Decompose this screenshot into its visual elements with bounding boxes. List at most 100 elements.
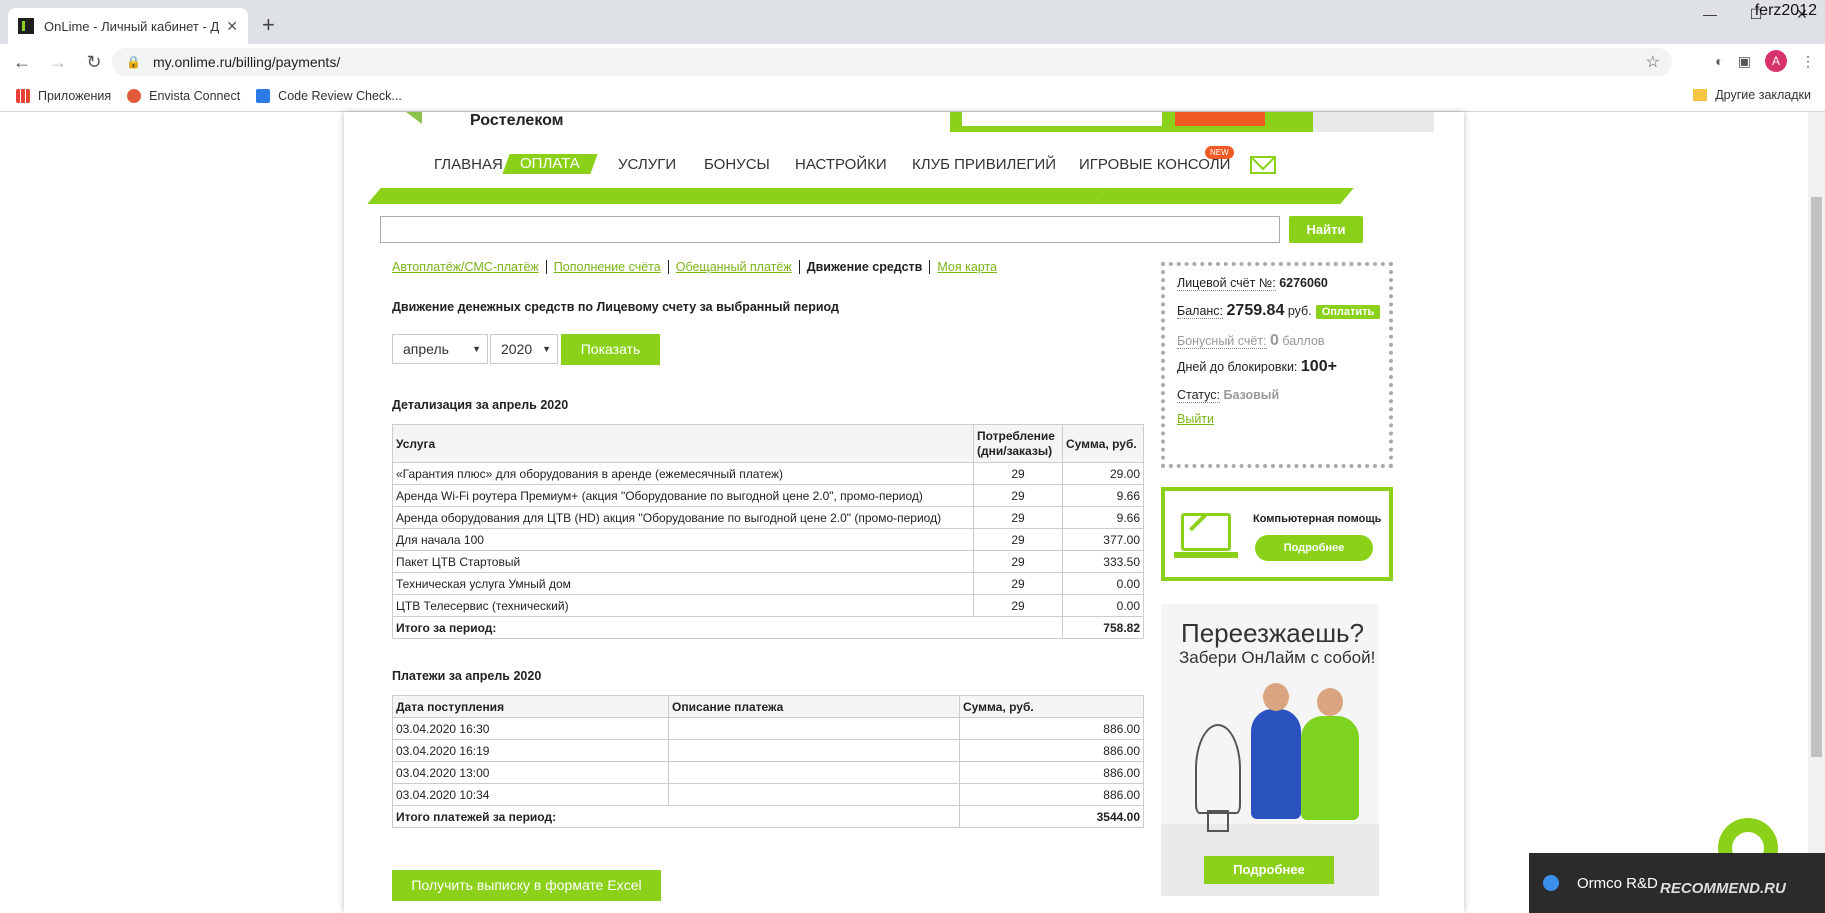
date-cell: 03.04.2020 13:00 [392, 761, 669, 784]
moving-promo-banner[interactable]: Переезжаешь? Забери ОнЛайм с собой! Подр… [1161, 604, 1379, 896]
scrollbar-thumb[interactable] [1811, 197, 1822, 757]
search-button[interactable]: Найти [1289, 216, 1363, 243]
close-tab-icon[interactable]: ✕ [226, 18, 238, 35]
new-tab-icon[interactable]: + [262, 12, 275, 38]
onlime-favicon-icon [18, 18, 34, 34]
help-more-button[interactable]: Подробнее [1255, 535, 1373, 561]
consumption-cell: 29 [973, 484, 1063, 507]
amount-cell: 0.00 [1062, 572, 1144, 595]
url-text: my.onlime.ru/billing/payments/ [152, 54, 341, 70]
month-select[interactable]: апрель ▼ [392, 334, 488, 364]
scrollbar[interactable] [1808, 112, 1825, 913]
avatar[interactable]: A [1765, 50, 1787, 72]
table-row: Для начала 100 29 377.00 [392, 528, 1144, 551]
bookmarks-bar: Приложения Envista Connect Code Review C… [0, 80, 1825, 112]
nav-services[interactable]: УСЛУГИ [618, 156, 676, 173]
description-cell [668, 717, 960, 740]
nav-bonuses[interactable]: БОНУСЫ [704, 156, 770, 173]
balance-row: Баланс: 2759.84 руб. Оплатить [1177, 302, 1381, 320]
total-value: 758.82 [1062, 616, 1144, 639]
nav-game-consoles[interactable]: ИГРОВЫЕ КОНСОЛИ [1079, 156, 1230, 173]
description-cell [668, 739, 960, 762]
year-select[interactable]: 2020 ▼ [490, 334, 558, 364]
subnav-autopay[interactable]: Автоплатёж/СМС-платёж [392, 260, 539, 274]
bookmark-star-icon[interactable]: ☆ [1646, 52, 1660, 72]
detail-body: «Гарантия плюс» для оборудования в аренд… [392, 462, 1144, 639]
table-row: 03.04.2020 13:00 886.00 [392, 761, 1144, 784]
show-button[interactable]: Показать [561, 334, 660, 365]
tab-title: OnLime - Личный кабинет - Дв [44, 18, 221, 34]
table-row: 03.04.2020 10:34 886.00 [392, 783, 1144, 806]
minimize-icon[interactable]: — [1687, 0, 1733, 30]
back-icon[interactable]: ← [8, 52, 36, 73]
service-cell: «Гарантия плюс» для оборудования в аренд… [392, 462, 974, 485]
table-row: Аренда Wi-Fi роутера Премиум+ (акция "Об… [392, 484, 1144, 507]
amount-cell: 9.66 [1062, 484, 1144, 507]
site-container: Ростелеком ГЛАВНАЯ ОПЛАТА УСЛУГИ БОНУСЫ … [344, 112, 1464, 913]
bonus-value: 0 [1270, 332, 1279, 349]
table-row: Пакет ЦТВ Стартовый 29 333.50 [392, 550, 1144, 573]
page-viewport: Ростелеком ГЛАВНАЯ ОПЛАТА УСЛУГИ БОНУСЫ … [0, 112, 1825, 913]
profile-name: ferz2012 [1754, 2, 1817, 19]
description-cell [668, 783, 960, 806]
search-input[interactable] [380, 216, 1280, 243]
nav-privilege-club[interactable]: КЛУБ ПРИВИЛЕГИЙ [912, 156, 1056, 173]
menu-kebab-icon[interactable]: ⋮ [1801, 53, 1815, 70]
bookmark-apps[interactable]: Приложения [16, 89, 111, 103]
days-value: 100+ [1300, 358, 1337, 375]
other-bookmarks[interactable]: Другие закладки [1693, 88, 1811, 102]
nav-home[interactable]: ГЛАВНАЯ [434, 156, 503, 173]
subnav-my-card[interactable]: Моя карта [937, 260, 997, 274]
browser-chrome: OnLime - Личный кабинет - Дв ✕ + — ☐ ✕ f… [0, 0, 1825, 112]
amount-cell: 0.00 [1062, 594, 1144, 617]
total-value: 3544.00 [959, 805, 1144, 828]
date-cell: 03.04.2020 16:19 [392, 739, 669, 762]
amount-cell: 377.00 [1062, 528, 1144, 551]
address-bar[interactable]: 🔒 my.onlime.ru/billing/payments/ ☆ [112, 48, 1672, 76]
woman-photo [1251, 683, 1301, 819]
sum-cell: 886.00 [959, 717, 1144, 740]
computer-help-banner[interactable]: Компьютерная помощь Подробнее [1161, 487, 1393, 581]
nav-payment[interactable]: ОПЛАТА [502, 154, 598, 174]
tab-strip: OnLime - Личный кабинет - Дв ✕ + — ☐ ✕ f… [0, 0, 1825, 44]
bookmark-envista[interactable]: Envista Connect [127, 89, 240, 103]
logout-link[interactable]: Выйти [1177, 412, 1214, 426]
payments-table: Дата поступления Описание платежа Сумма,… [392, 695, 1144, 828]
forward-icon[interactable]: → [44, 52, 72, 73]
amount-cell: 29.00 [1062, 462, 1144, 485]
nav-stripe-right [1092, 188, 1354, 204]
subnav-money-flow: Движение средств [806, 260, 923, 274]
table-row: ЦТВ Телесервис (технический) 29 0.00 [392, 594, 1144, 617]
table-header-row: Дата поступления Описание платежа Сумма,… [392, 695, 1144, 718]
browser-tab[interactable]: OnLime - Личный кабинет - Дв ✕ [8, 8, 248, 44]
status-value: Базовый [1223, 388, 1280, 402]
total-row: Итого за период: 758.82 [392, 616, 1144, 639]
subnav-separator [667, 260, 669, 274]
promo-more-button[interactable]: Подробнее [1204, 856, 1334, 884]
service-cell: Для начала 100 [392, 528, 974, 551]
subnav-top-up[interactable]: Пополнение счёта [554, 260, 661, 274]
extension-icon[interactable]: ◐ [1715, 53, 1723, 69]
consumption-cell: 29 [973, 462, 1063, 485]
nav-stripe [367, 188, 1106, 204]
logo-mark-icon [406, 112, 422, 124]
table-row: Техническая услуга Умный дом 29 0.00 [392, 572, 1144, 595]
excel-export-button[interactable]: Получить выписку в формате Excel [392, 870, 661, 901]
plant-illustration [1195, 724, 1241, 814]
subnav-separator [798, 260, 800, 274]
pot-illustration [1207, 810, 1229, 832]
subnav-promised-payment[interactable]: Обещанный платёж [676, 260, 792, 274]
promo-title: Переезжаешь? [1181, 618, 1365, 648]
pdf-extension-icon[interactable]: ▣ [1738, 53, 1751, 70]
subnav-separator [545, 260, 547, 274]
reload-icon[interactable]: ↻ [80, 52, 108, 73]
watermark: RECOMMEND.RU [1660, 880, 1786, 897]
bookmark-code-review[interactable]: Code Review Check... [256, 89, 402, 103]
mail-icon[interactable] [1250, 156, 1276, 174]
table-row: 03.04.2020 16:30 886.00 [392, 717, 1144, 740]
pay-button[interactable]: Оплатить [1315, 305, 1381, 319]
top-banner[interactable] [950, 112, 1434, 132]
sum-cell: 886.00 [959, 761, 1144, 784]
col-description: Описание платежа [668, 695, 960, 718]
nav-settings[interactable]: НАСТРОЙКИ [795, 156, 887, 173]
